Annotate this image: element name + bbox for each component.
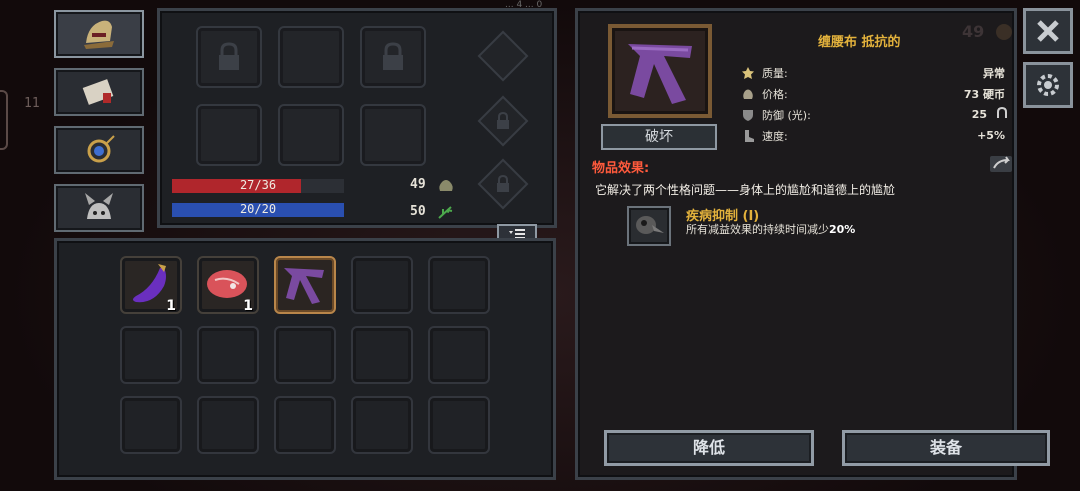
health-text: 27/36 xyxy=(239,178,277,192)
property-value: +5% xyxy=(977,129,1005,142)
property-value: 73 硬币 xyxy=(963,87,1005,101)
left-edge-handle[interactable] xyxy=(0,90,8,150)
lower-button[interactable]: 降低 xyxy=(604,430,814,466)
faded-gold-count: 49 xyxy=(962,22,985,41)
tab-equipment[interactable] xyxy=(54,10,144,58)
inventory-slot[interactable] xyxy=(120,396,182,454)
item-quantity: 1 xyxy=(243,298,253,314)
item-preview-frame xyxy=(608,24,712,118)
gold-count: 49 xyxy=(410,177,426,192)
health-bar: 27/36 xyxy=(172,178,344,193)
equip-button[interactable]: 装备 xyxy=(842,430,1050,466)
lock-icon xyxy=(383,42,403,70)
inventory-slot[interactable] xyxy=(428,256,490,314)
property-value: 异常 xyxy=(983,66,1005,80)
scroll-icon xyxy=(82,79,114,105)
inventory-slot[interactable] xyxy=(274,326,336,384)
amulet-icon xyxy=(87,135,115,163)
settings-button[interactable] xyxy=(1023,62,1073,108)
close-button[interactable] xyxy=(1023,8,1073,54)
inventory-slot[interactable] xyxy=(351,256,413,314)
tab-scrolls[interactable] xyxy=(54,68,144,116)
lock-icon xyxy=(497,174,509,192)
property-value: 25 xyxy=(971,108,987,121)
property-price: 价格: 73 硬币 xyxy=(740,83,1005,104)
star-icon xyxy=(742,66,754,79)
inventory-slot[interactable] xyxy=(197,396,259,454)
herb-icon xyxy=(438,206,453,219)
property-label: 价格: xyxy=(762,87,788,101)
herb-count: 50 xyxy=(410,204,426,219)
property-speed: 速度: +5% xyxy=(740,125,1005,146)
item-name: 缠腰布 抵抗的 xyxy=(818,35,901,50)
inventory-slot[interactable] xyxy=(428,396,490,454)
lock-icon xyxy=(497,111,509,129)
money-bag-icon xyxy=(439,180,453,191)
property-quality: 质量: 异常 xyxy=(740,62,1005,83)
hat-icon xyxy=(84,20,114,49)
inventory-slot[interactable] xyxy=(351,396,413,454)
waist-cloth-icon xyxy=(284,268,324,304)
boot-icon xyxy=(745,129,754,142)
destroy-button[interactable]: 破坏 xyxy=(601,124,717,150)
property-defense: 防御 (光): 25 xyxy=(740,104,1007,125)
item-description: 它解决了两个性格问题——身体上的尴尬和道德上的尴尬 xyxy=(595,183,896,197)
item-properties: 质量: 异常 价格: 73 硬币 防御 (光): 25 速度: +5% xyxy=(740,62,1007,146)
inventory-slot[interactable] xyxy=(274,396,336,454)
gear-icon xyxy=(1037,74,1059,96)
tab-pet[interactable] xyxy=(54,184,144,232)
equip-slot[interactable] xyxy=(360,104,426,166)
inventory-slot[interactable] xyxy=(351,326,413,384)
inventory-slot-eggplant[interactable]: 1 xyxy=(120,256,182,314)
lock-icon xyxy=(219,42,239,70)
plague-mask-icon xyxy=(636,216,664,234)
inventory-slot[interactable] xyxy=(120,326,182,384)
perk-icon-frame xyxy=(627,206,671,246)
mana-text: 20/20 xyxy=(239,202,277,216)
effects-title: 物品效果: xyxy=(592,161,650,176)
property-label: 质量: xyxy=(762,66,788,80)
equip-slot-locked[interactable] xyxy=(360,26,426,88)
side-number: 11 xyxy=(24,96,40,111)
perk-description-text: 所有减益效果的持续时间减少 xyxy=(686,223,829,236)
inventory-slot[interactable] xyxy=(428,326,490,384)
inventory-slot-meat[interactable]: 1 xyxy=(197,256,259,314)
inventory-slot-waist-cloth[interactable] xyxy=(274,256,336,314)
equip-slot[interactable] xyxy=(196,104,262,166)
pet-icon xyxy=(85,193,113,219)
equip-slot[interactable] xyxy=(278,104,344,166)
inventory-slot[interactable] xyxy=(197,326,259,384)
coin-bag-icon xyxy=(743,89,753,99)
shield-icon xyxy=(743,109,753,121)
perk-description: 所有减益效果的持续时间减少20% xyxy=(686,221,855,237)
close-icon xyxy=(1037,20,1059,42)
compare-icon[interactable] xyxy=(988,152,1014,176)
tab-amulet[interactable] xyxy=(54,126,144,174)
waist-cloth-icon xyxy=(628,44,692,104)
equip-slot-locked[interactable] xyxy=(196,26,262,88)
faded-coin-icon xyxy=(996,24,1012,40)
mana-bar: 20/20 xyxy=(172,202,344,217)
tab-column xyxy=(54,10,146,242)
armor-type-icon xyxy=(997,106,1007,118)
property-label: 防御 (光): xyxy=(762,108,811,122)
perk-description-value: 20% xyxy=(829,223,856,236)
item-quantity: 1 xyxy=(166,298,176,314)
property-label: 速度: xyxy=(762,129,788,143)
equip-slot[interactable] xyxy=(278,26,344,88)
